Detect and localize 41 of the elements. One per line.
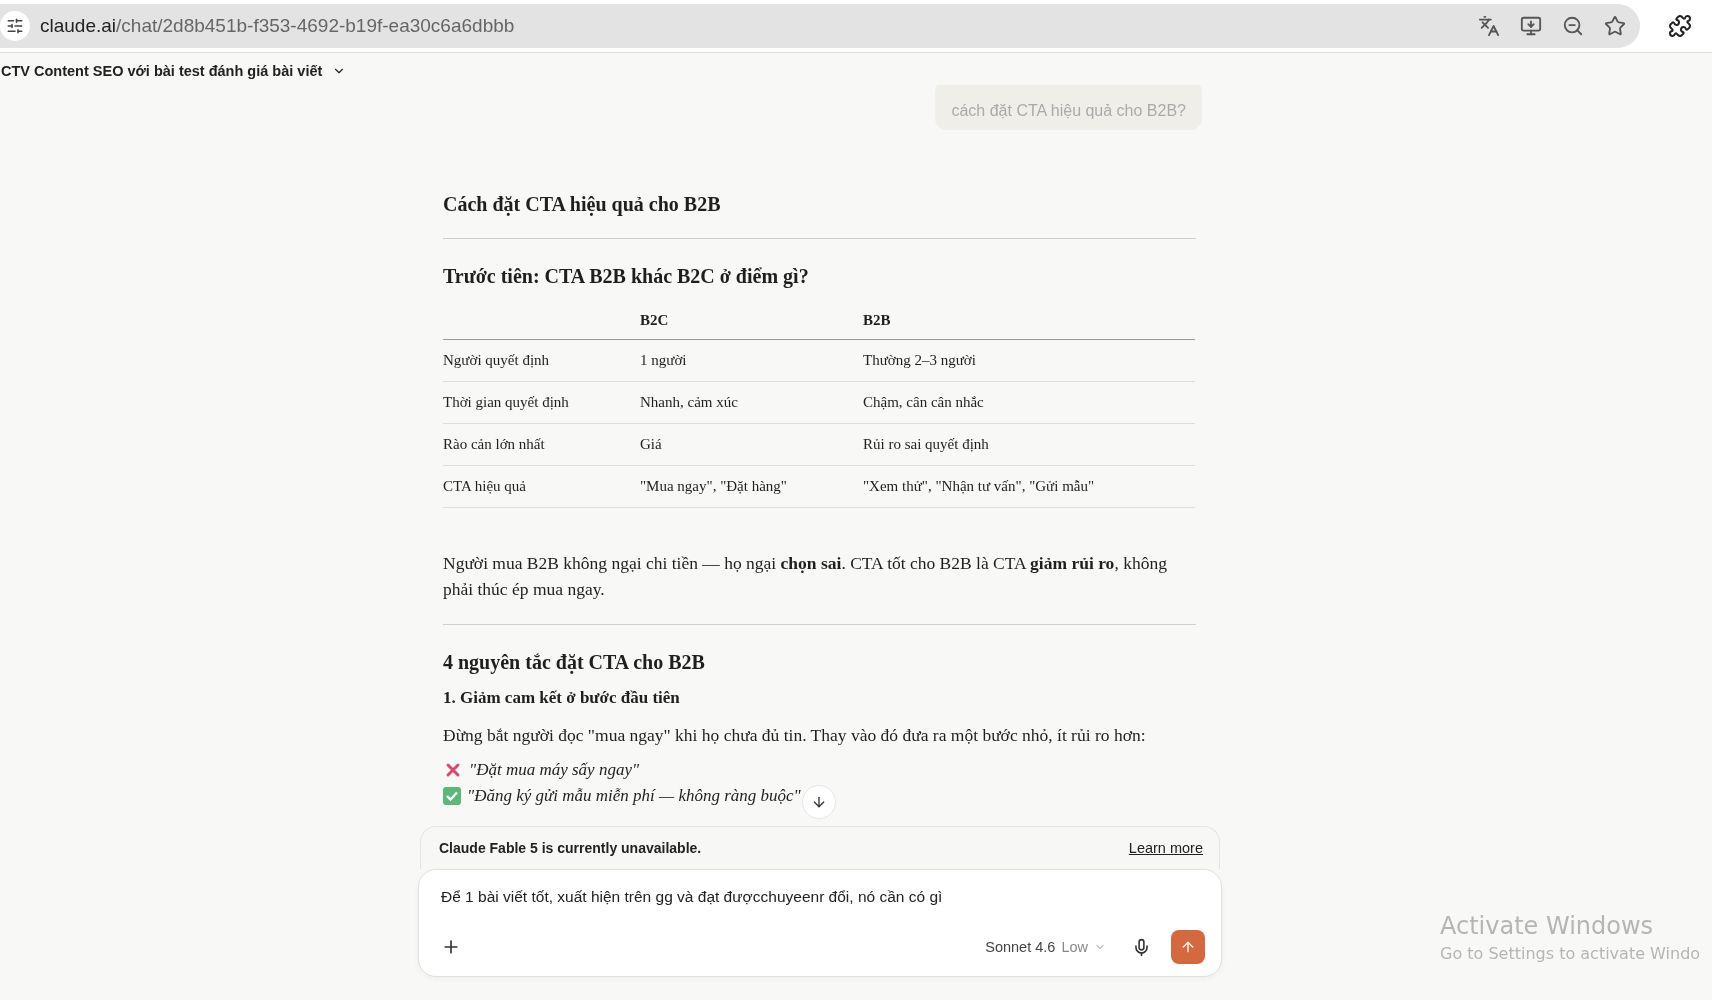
address-url[interactable]: claude.ai/chat/2d8b451b-f353-4692-b19f-ea30c6a6dbbb — [40, 15, 515, 37]
response-heading: Cách đặt CTA hiệu quả cho B2B — [443, 193, 722, 216]
column-header: B2B — [863, 312, 891, 328]
learn-more-link[interactable]: Learn more — [1128, 840, 1203, 856]
arrow-down-icon — [811, 794, 827, 810]
table-cell: 1 người — [640, 352, 687, 368]
conversation-title[interactable]: CTV Content SEO với bài test đánh giá bài viết — [0, 53, 347, 85]
message-input[interactable]: Để 1 bài viết tốt, xuất hiện trên gg và đạt đượcchuyeenr đổi, nó cần có gì — [441, 888, 1205, 906]
paragraph: Đừng bắt người đọc "mua ngay" khi họ chưa đủ tin. Thay vào đó đưa ra một bước nhỏ, ít rủi ro hơn: — [443, 724, 1147, 747]
table-cell: "Mua ngay", "Đặt hàng" — [640, 478, 787, 494]
table-cell: "Xem thử", "Nhận tư vấn", "Gửi mẫu" — [863, 478, 1095, 494]
send-button[interactable] — [1171, 930, 1205, 964]
section-heading: Trước tiên: CTA B2B khác B2C ở điểm gì? — [443, 265, 810, 288]
subsection-heading: 1. Giảm cam kết ở bước đầu tiên — [443, 688, 681, 708]
site-settings-icon[interactable] — [0, 11, 30, 41]
activation-hint: Go to Settings to activate Windo — [1440, 944, 1701, 963]
table-cell: CTA hiệu quả — [443, 478, 526, 494]
column-header: B2C — [640, 312, 669, 328]
table-cell: Rủi ro sai quyết định — [863, 436, 989, 452]
star-icon[interactable] — [1604, 15, 1626, 37]
table-cell: Giá — [640, 436, 662, 452]
paragraph: Người mua B2B không ngại chi tiền — họ ngại chọn sai. CTA tốt cho B2B là CTA giảm rủi ro, không phải thúc ép mua ngay. — [443, 552, 1168, 601]
table-cell: Thường 2–3 người — [863, 352, 976, 368]
section-heading: 4 nguyên tắc đặt CTA cho B2B — [443, 651, 706, 674]
example-text: "Đặt mua máy sấy ngay" — [469, 760, 640, 780]
activation-title: Activate Windows — [1440, 912, 1655, 940]
table-cell: Nhanh, cảm xúc — [640, 394, 738, 410]
table-cell: Người quyết định — [443, 352, 550, 368]
table-cell: Thời gian quyết định — [443, 394, 569, 410]
scroll-down-button[interactable] — [802, 785, 836, 819]
table-cell: Rào cản lớn nhất — [443, 436, 545, 452]
microphone-icon[interactable] — [1132, 937, 1151, 957]
example-text: "Đăng ký gửi mẫu miễn phí — không ràng buộc" — [467, 786, 801, 806]
notice-text: Claude Fable 5 is currently unavailable. — [439, 840, 702, 856]
zoom-out-icon[interactable] — [1562, 15, 1584, 37]
model-selector[interactable]: Sonnet 4.6 Low — [985, 939, 1106, 955]
user-message: cách đặt CTA hiệu quả cho B2B? — [935, 85, 1202, 130]
table-cell: Chậm, cân cân nhắc — [863, 394, 984, 410]
install-icon[interactable] — [1520, 15, 1542, 37]
translate-icon[interactable] — [1478, 15, 1500, 37]
puzzle-icon[interactable] — [1668, 14, 1692, 38]
